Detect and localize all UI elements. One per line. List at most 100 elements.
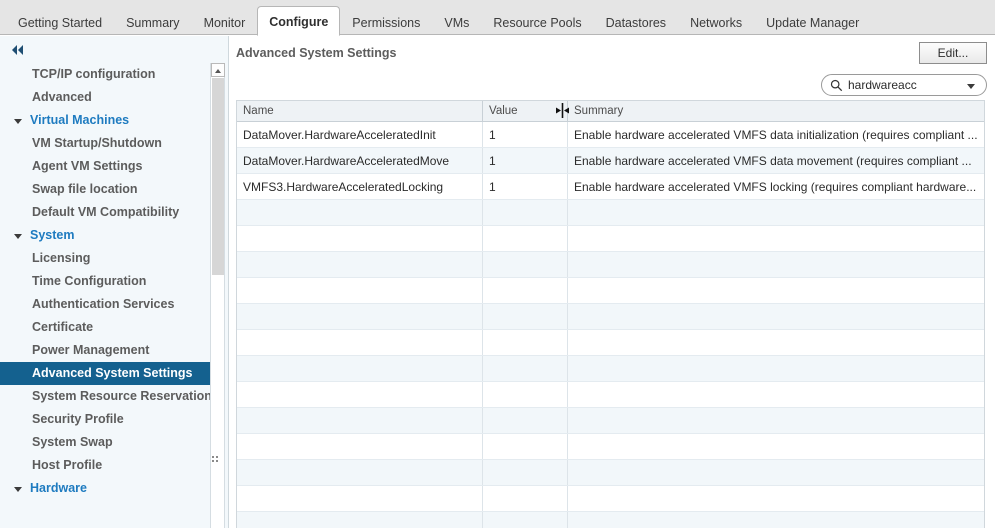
sidebar-item-advanced-system-settings[interactable]: Advanced System Settings (0, 362, 210, 385)
cell-empty (483, 408, 568, 433)
cell-name: VMFS3.HardwareAcceleratedLocking (237, 174, 483, 199)
table-row-empty (237, 278, 984, 304)
cell-empty (237, 226, 483, 251)
sidebar-item-vm-startup-shutdown[interactable]: VM Startup/Shutdown (0, 132, 210, 155)
sidebar-item-label: System (30, 228, 75, 242)
sidebar-item-host-profile[interactable]: Host Profile (0, 454, 210, 477)
tab-getting-started[interactable]: Getting Started (6, 8, 114, 36)
sidebar-item-label: Default VM Compatibility (32, 205, 180, 219)
sidebar-item-hardware[interactable]: Hardware (0, 477, 210, 500)
cell-empty (568, 512, 984, 528)
search-input[interactable]: hardwareacc (821, 74, 987, 96)
tab-permissions[interactable]: Permissions (340, 8, 432, 36)
sidebar-item-advanced[interactable]: Advanced (0, 86, 210, 109)
sidebar-item-label: Swap file location (32, 182, 138, 196)
chevron-down-icon[interactable] (14, 234, 22, 239)
sidebar-item-authentication-services[interactable]: Authentication Services (0, 293, 210, 316)
table-row-empty (237, 200, 984, 226)
column-header-value[interactable]: Value (483, 101, 568, 121)
search-value: hardwareacc (848, 78, 917, 92)
tab-summary[interactable]: Summary (114, 8, 191, 36)
collapse-left-glyph (12, 45, 23, 55)
chevron-down-icon[interactable] (14, 119, 22, 124)
column-header-name[interactable]: Name (237, 101, 483, 121)
cell-empty (568, 226, 984, 251)
collapse-left-icon[interactable] (10, 44, 32, 60)
cell-empty (237, 434, 483, 459)
sidebar-item-label: Certificate (32, 320, 94, 334)
cell-empty (483, 382, 568, 407)
sidebar-item-label: Time Configuration (32, 274, 147, 288)
cell-empty (237, 460, 483, 485)
column-header-summary[interactable]: Summary (568, 101, 984, 121)
panel-splitter-handle[interactable] (212, 456, 221, 465)
tab-networks[interactable]: Networks (678, 8, 754, 36)
sidebar-item-system-resource-reservation[interactable]: System Resource Reservation (0, 385, 210, 408)
cell-empty (568, 408, 984, 433)
sidebar-item-label: VM Startup/Shutdown (32, 136, 162, 150)
sidebar-item-label: Power Management (32, 343, 150, 357)
cell-empty (568, 252, 984, 277)
table-row-empty (237, 408, 984, 434)
cell-value: 1 (483, 122, 568, 147)
sidebar-item-swap-file-location[interactable]: Swap file location (0, 178, 210, 201)
table-row[interactable]: VMFS3.HardwareAcceleratedLocking 1 Enable … (237, 174, 984, 200)
table-row-empty (237, 512, 984, 528)
sidebar-item-label: System Resource Reservation (32, 389, 210, 403)
cell-empty (568, 278, 984, 303)
sidebar-item-certificate[interactable]: Certificate (0, 316, 210, 339)
chevron-down-icon[interactable] (14, 487, 22, 492)
cell-empty (237, 382, 483, 407)
sidebar-item-power-management[interactable]: Power Management (0, 339, 210, 362)
sidebar-item-system[interactable]: System (0, 224, 210, 247)
table-row-empty (237, 252, 984, 278)
cell-empty (483, 512, 568, 528)
sidebar: TCP/IP configuration Advanced Virtual Mach… (0, 36, 229, 528)
cell-empty (568, 304, 984, 329)
tab-vms[interactable]: VMs (432, 8, 481, 36)
cell-empty (237, 200, 483, 225)
sidebar-item-agent-vm-settings[interactable]: Agent VM Settings (0, 155, 210, 178)
tab-configure[interactable]: Configure (257, 6, 341, 36)
sidebar-item-system-swap[interactable]: System Swap (0, 431, 210, 454)
settings-table: Name Value Summary DataMover.HardwareAccel… (236, 100, 985, 528)
tab-update-manager[interactable]: Update Manager (754, 8, 871, 36)
tab-datastores[interactable]: Datastores (594, 8, 678, 36)
cell-summary: Enable hardware accelerated VMFS data in… (574, 128, 978, 142)
table-row-empty (237, 382, 984, 408)
scrollbar-thumb[interactable] (212, 78, 224, 275)
sidebar-item-tcp-ip-configuration[interactable]: TCP/IP configuration (0, 63, 210, 86)
cell-empty (483, 278, 568, 303)
table-row-empty (237, 304, 984, 330)
cell-empty (237, 330, 483, 355)
table-row-empty (237, 356, 984, 382)
tab-resource-pools[interactable]: Resource Pools (481, 8, 593, 36)
sidebar-item-virtual-machines[interactable]: Virtual Machines (0, 109, 210, 132)
cell-empty (237, 356, 483, 381)
cell-value: 1 (483, 148, 568, 173)
table-row-empty (237, 460, 984, 486)
table-row[interactable]: DataMover.HardwareAcceleratedInit 1 Enable… (237, 122, 984, 148)
cell-empty (483, 486, 568, 511)
cell-name: DataMover.HardwareAcceleratedMove (237, 148, 483, 173)
sidebar-item-security-profile[interactable]: Security Profile (0, 408, 210, 431)
cell-empty (237, 408, 483, 433)
sidebar-item-label: Advanced (32, 90, 92, 104)
chevron-down-icon[interactable] (967, 84, 975, 89)
sidebar-item-label: Security Profile (32, 412, 124, 426)
sidebar-item-label: Host Profile (32, 458, 103, 472)
cell-empty (568, 382, 984, 407)
sidebar-item-label: Advanced System Settings (32, 366, 193, 380)
scroll-up-icon[interactable] (211, 63, 225, 77)
sidebar-item-label: Agent VM Settings (32, 159, 143, 173)
sidebar-item-time-configuration[interactable]: Time Configuration (0, 270, 210, 293)
tab-monitor[interactable]: Monitor (192, 8, 258, 36)
table-row[interactable]: DataMover.HardwareAcceleratedMove 1 Enable… (237, 148, 984, 174)
tab-bar: Getting Started Summary Monitor Configure Pe… (0, 0, 995, 36)
sidebar-item-default-vm-compatibility[interactable]: Default VM Compatibility (0, 201, 210, 224)
cell-empty (568, 356, 984, 381)
edit-button[interactable]: Edit... (919, 42, 987, 64)
cell-summary: Enable hardware accelerated VMFS data mo… (574, 154, 972, 168)
cell-empty (483, 304, 568, 329)
sidebar-item-licensing[interactable]: Licensing (0, 247, 210, 270)
